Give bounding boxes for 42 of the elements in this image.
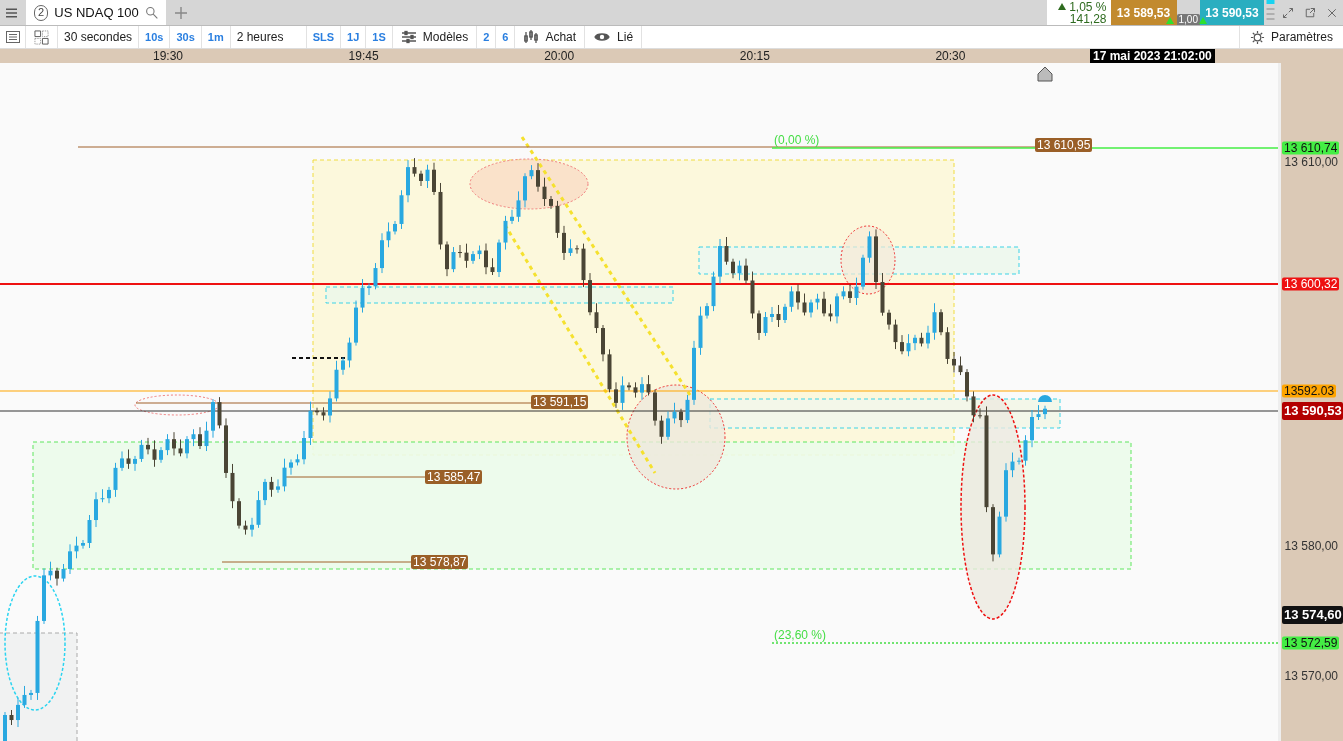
period-button[interactable]: 2 heures xyxy=(230,26,307,48)
interval-button[interactable]: 1m xyxy=(201,26,231,48)
change-points: 141,28 xyxy=(1069,12,1107,25)
price-level-label: 13 591,15 xyxy=(531,395,589,409)
order-button[interactable]: Achat xyxy=(515,26,586,48)
link-button[interactable]: Lié xyxy=(585,26,643,48)
time-label: 19:30 xyxy=(153,49,183,63)
price-tick: 13 580,00 xyxy=(1284,539,1338,553)
interval-button[interactable]: 2 xyxy=(477,26,497,48)
fibonacci-label: (0,00 %) xyxy=(774,133,820,147)
time-label: 20:15 xyxy=(739,49,770,63)
time-label: 20:30 xyxy=(935,49,966,63)
interval-button[interactable]: SLS xyxy=(306,26,342,48)
price-level-label: 13 610,95 xyxy=(1035,138,1093,152)
tab-title: US NDAQ 100 xyxy=(54,3,139,22)
interval-button[interactable]: 10s xyxy=(139,26,171,48)
price-label: 13 572,59 xyxy=(1282,636,1340,650)
time-label: 19:45 xyxy=(348,49,379,63)
time-label: 20:00 xyxy=(544,49,575,63)
fibonacci-label: (23,60 %) xyxy=(774,628,827,642)
change-percent: 1,05 % xyxy=(1069,0,1107,13)
price-label: 13592.03 xyxy=(1282,384,1337,398)
interval-button[interactable]: 30s xyxy=(170,26,202,48)
price-label: 13 574,60 xyxy=(1282,606,1343,624)
price-label: 13 600,32 xyxy=(1282,277,1340,291)
cursor-time: 17 mai 2023 21:02:00 xyxy=(1090,49,1215,63)
price-tick: 13 610,00 xyxy=(1284,155,1338,169)
price-label: 13 610,74 xyxy=(1282,141,1340,155)
price-tick: 13 570,00 xyxy=(1284,669,1338,683)
price-level-label: 13 578,87 xyxy=(411,555,469,569)
sell-price-button[interactable]: 13 589,53 xyxy=(1110,0,1177,25)
spread-badge: 1,00 xyxy=(1176,14,1200,25)
interval-button[interactable]: 1J xyxy=(341,26,367,48)
settings-button[interactable]: Paramètres xyxy=(1238,26,1343,48)
period-button[interactable]: 30 secondes xyxy=(58,26,140,48)
buy-price-button[interactable]: 13 590,53 xyxy=(1200,0,1264,25)
templates-button[interactable]: Modèles xyxy=(392,26,478,48)
interval-button[interactable]: 6 xyxy=(496,26,516,48)
interval-button[interactable]: 1S xyxy=(366,26,393,48)
price-label: 13 590,53 xyxy=(1282,402,1343,420)
instrument-tab[interactable]: 2 US NDAQ 100 xyxy=(26,0,166,25)
price-level-label: 13 585,47 xyxy=(425,470,483,484)
